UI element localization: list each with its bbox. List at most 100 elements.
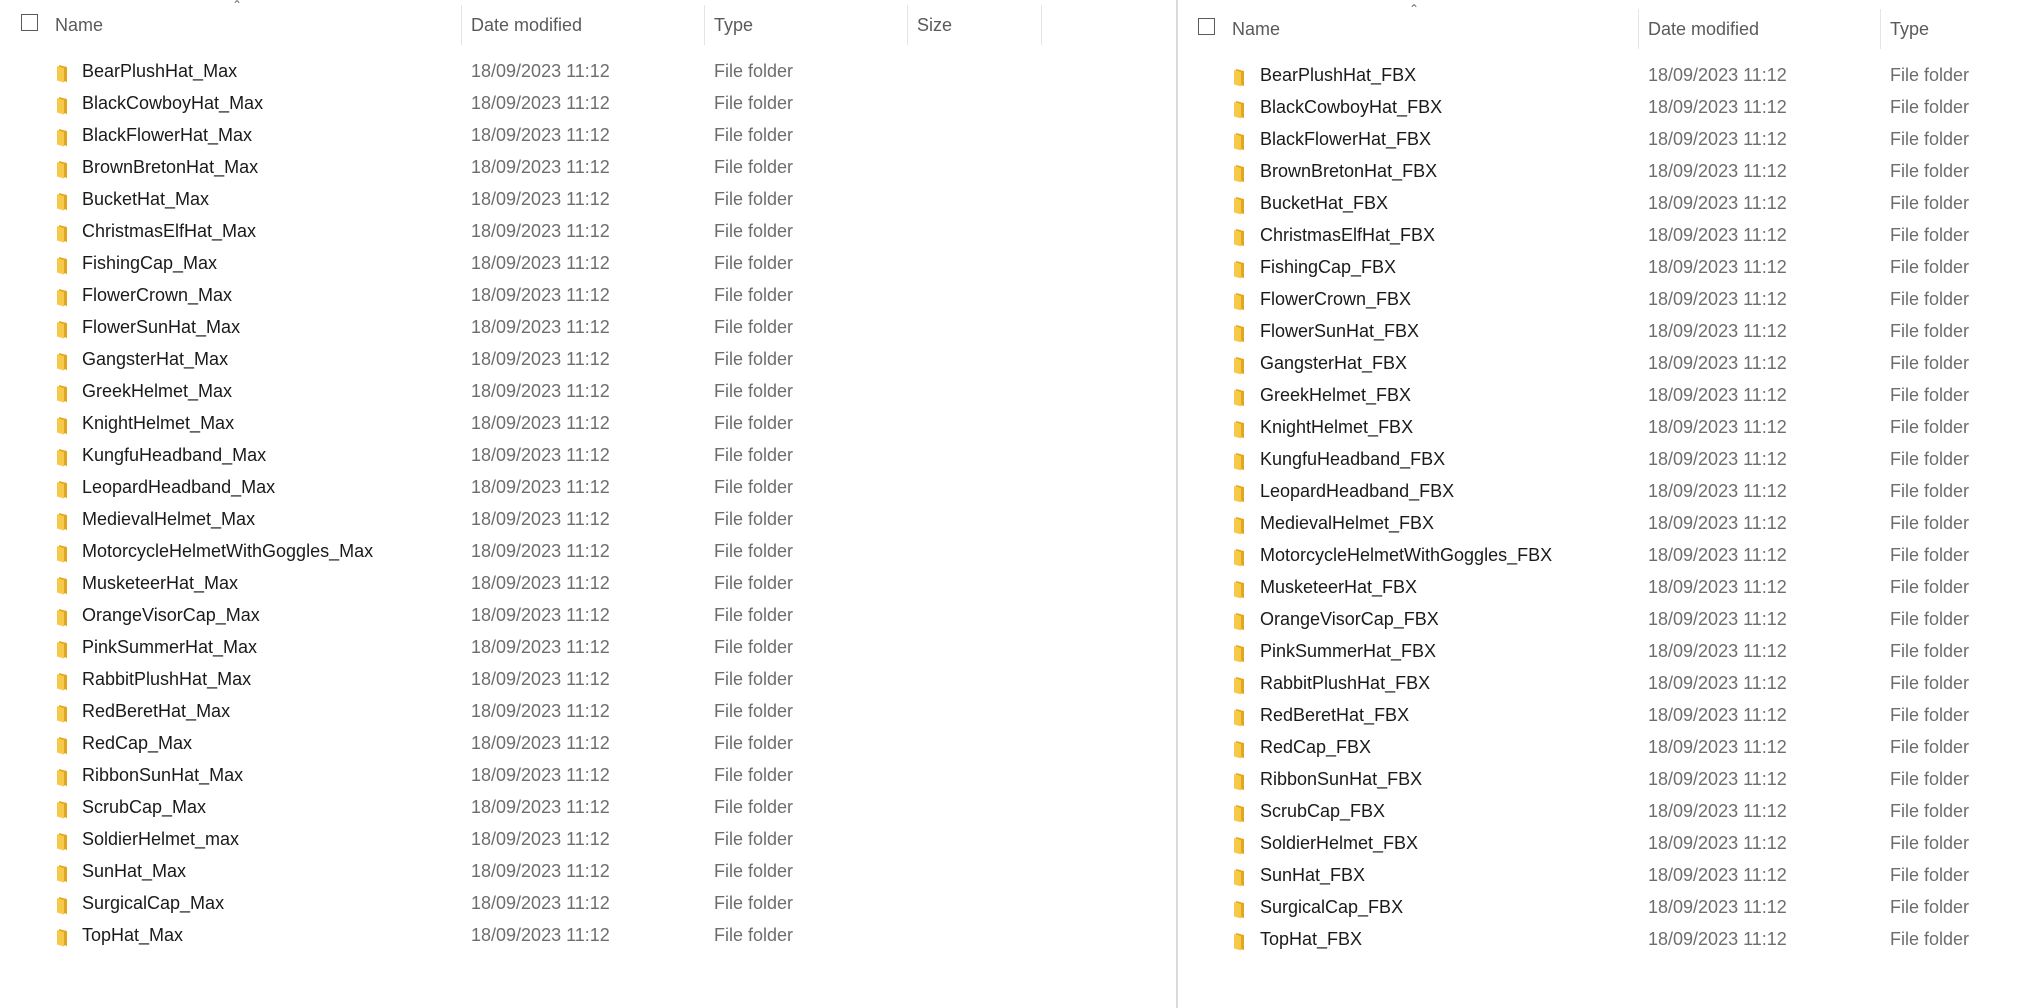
list-item[interactable]: SoldierHelmet_FBX 18/09/2023 11:12 File fo…: [1178, 827, 2018, 859]
folder-name[interactable]: BucketHat_Max: [82, 183, 209, 215]
list-item[interactable]: PinkSummerHat_Max 18/09/2023 11:12 File fo…: [0, 631, 1176, 663]
list-item[interactable]: BlackFlowerHat_FBX 18/09/2023 11:12 File f…: [1178, 123, 2018, 155]
list-item[interactable]: TopHat_FBX 18/09/2023 11:12 File folder: [1178, 923, 2018, 955]
list-item[interactable]: BrownBretonHat_FBX 18/09/2023 11:12 File f…: [1178, 155, 2018, 187]
list-item[interactable]: FlowerSunHat_FBX 18/09/2023 11:12 File fol…: [1178, 315, 2018, 347]
folder-name[interactable]: SurgicalCap_Max: [82, 887, 224, 919]
folder-name[interactable]: GreekHelmet_Max: [82, 375, 232, 407]
list-item[interactable]: KungfuHeadband_FBX 18/09/2023 11:12 File f…: [1178, 443, 2018, 475]
folder-name[interactable]: RibbonSunHat_Max: [82, 759, 243, 791]
select-all-checkbox[interactable]: [21, 14, 38, 31]
list-item[interactable]: ChristmasElfHat_Max 18/09/2023 11:12 File …: [0, 215, 1176, 247]
list-item[interactable]: OrangeVisorCap_Max 18/09/2023 11:12 File f…: [0, 599, 1176, 631]
folder-name[interactable]: MotorcycleHelmetWithGoggles_Max: [82, 535, 373, 567]
list-item[interactable]: RedBeretHat_Max 18/09/2023 11:12 File fold…: [0, 695, 1176, 727]
folder-name[interactable]: PinkSummerHat_Max: [82, 631, 257, 663]
folder-name[interactable]: LeopardHeadband_FBX: [1260, 475, 1454, 507]
folder-name[interactable]: SurgicalCap_FBX: [1260, 891, 1403, 923]
folder-name[interactable]: MusketeerHat_FBX: [1260, 571, 1417, 603]
folder-name[interactable]: ScrubCap_Max: [82, 791, 206, 823]
list-item[interactable]: RibbonSunHat_FBX 18/09/2023 11:12 File fol…: [1178, 763, 2018, 795]
column-header-size[interactable]: Size: [907, 5, 1042, 45]
list-item[interactable]: FishingCap_Max 18/09/2023 11:12 File folde…: [0, 247, 1176, 279]
folder-name[interactable]: BearPlushHat_Max: [82, 55, 237, 87]
list-item[interactable]: SurgicalCap_Max 18/09/2023 11:12 File fold…: [0, 887, 1176, 919]
list-item[interactable]: GangsterHat_FBX 18/09/2023 11:12 File fold…: [1178, 347, 2018, 379]
list-item[interactable]: MedievalHelmet_FBX 18/09/2023 11:12 File f…: [1178, 507, 2018, 539]
folder-name[interactable]: FlowerCrown_Max: [82, 279, 232, 311]
list-item[interactable]: KnightHelmet_FBX 18/09/2023 11:12 File fol…: [1178, 411, 2018, 443]
list-item[interactable]: SunHat_FBX 18/09/2023 11:12 File folder: [1178, 859, 2018, 891]
list-item[interactable]: MotorcycleHelmetWithGoggles_Max 18/09/202…: [0, 535, 1176, 567]
list-item[interactable]: SoldierHelmet_max 18/09/2023 11:12 File fo…: [0, 823, 1176, 855]
folder-name[interactable]: RedBeretHat_Max: [82, 695, 230, 727]
list-item[interactable]: SunHat_Max 18/09/2023 11:12 File folder: [0, 855, 1176, 887]
folder-name[interactable]: BrownBretonHat_Max: [82, 151, 258, 183]
list-item[interactable]: LeopardHeadband_Max 18/09/2023 11:12 File …: [0, 471, 1176, 503]
folder-name[interactable]: SunHat_Max: [82, 855, 186, 887]
list-item[interactable]: MedievalHelmet_Max 18/09/2023 11:12 File f…: [0, 503, 1176, 535]
list-item[interactable]: ScrubCap_Max 18/09/2023 11:12 File folder: [0, 791, 1176, 823]
folder-name[interactable]: RedBeretHat_FBX: [1260, 699, 1409, 731]
list-item[interactable]: BrownBretonHat_Max 18/09/2023 11:12 File f…: [0, 151, 1176, 183]
folder-name[interactable]: BucketHat_FBX: [1260, 187, 1388, 219]
list-item[interactable]: GreekHelmet_Max 18/09/2023 11:12 File fold…: [0, 375, 1176, 407]
list-item[interactable]: BlackCowboyHat_FBX 18/09/2023 11:12 File f…: [1178, 91, 2018, 123]
folder-name[interactable]: FishingCap_Max: [82, 247, 217, 279]
list-item[interactable]: TopHat_Max 18/09/2023 11:12 File folder: [0, 919, 1176, 951]
list-item[interactable]: ChristmasElfHat_FBX 18/09/2023 11:12 File …: [1178, 219, 2018, 251]
folder-name[interactable]: GangsterHat_FBX: [1260, 347, 1407, 379]
folder-name[interactable]: PinkSummerHat_FBX: [1260, 635, 1436, 667]
list-item[interactable]: MusketeerHat_FBX 18/09/2023 11:12 File fol…: [1178, 571, 2018, 603]
column-header-name[interactable]: ⌃ Name: [1222, 2, 1618, 49]
list-item[interactable]: RabbitPlushHat_FBX 18/09/2023 11:12 File f…: [1178, 667, 2018, 699]
list-item[interactable]: BucketHat_FBX 18/09/2023 11:12 File folder: [1178, 187, 2018, 219]
folder-name[interactable]: BlackFlowerHat_FBX: [1260, 123, 1431, 155]
folder-name[interactable]: RabbitPlushHat_FBX: [1260, 667, 1430, 699]
folder-name[interactable]: ChristmasElfHat_FBX: [1260, 219, 1435, 251]
list-item[interactable]: BearPlushHat_FBX 18/09/2023 11:12 File fol…: [1178, 59, 2018, 91]
list-item[interactable]: FlowerCrown_FBX 18/09/2023 11:12 File fold…: [1178, 283, 2018, 315]
list-item[interactable]: GangsterHat_Max 18/09/2023 11:12 File fold…: [0, 343, 1176, 375]
column-header-date-modified[interactable]: Date modified: [461, 5, 705, 45]
folder-name[interactable]: RedCap_Max: [82, 727, 192, 759]
folder-name[interactable]: SunHat_FBX: [1260, 859, 1365, 891]
list-item[interactable]: MotorcycleHelmetWithGoggles_FBX 18/09/202…: [1178, 539, 2018, 571]
folder-name[interactable]: FishingCap_FBX: [1260, 251, 1396, 283]
list-item[interactable]: FlowerSunHat_Max 18/09/2023 11:12 File fol…: [0, 311, 1176, 343]
column-header-name[interactable]: ⌃ Name: [45, 0, 460, 45]
folder-name[interactable]: FlowerCrown_FBX: [1260, 283, 1411, 315]
list-item[interactable]: RedBeretHat_FBX 18/09/2023 11:12 File fold…: [1178, 699, 2018, 731]
column-header-type[interactable]: Type: [704, 5, 908, 45]
folder-name[interactable]: MusketeerHat_Max: [82, 567, 238, 599]
list-item[interactable]: RibbonSunHat_Max 18/09/2023 11:12 File fol…: [0, 759, 1176, 791]
folder-name[interactable]: KnightHelmet_Max: [82, 407, 234, 439]
folder-name[interactable]: TopHat_FBX: [1260, 923, 1362, 955]
folder-name[interactable]: KnightHelmet_FBX: [1260, 411, 1413, 443]
list-item[interactable]: FishingCap_FBX 18/09/2023 11:12 File folde…: [1178, 251, 2018, 283]
list-item[interactable]: BlackCowboyHat_Max 18/09/2023 11:12 File f…: [0, 87, 1176, 119]
list-item[interactable]: GreekHelmet_FBX 18/09/2023 11:12 File fold…: [1178, 379, 2018, 411]
list-item[interactable]: KungfuHeadband_Max 18/09/2023 11:12 File f…: [0, 439, 1176, 471]
folder-name[interactable]: GreekHelmet_FBX: [1260, 379, 1411, 411]
list-item[interactable]: RedCap_FBX 18/09/2023 11:12 File folder: [1178, 731, 2018, 763]
folder-name[interactable]: FlowerSunHat_FBX: [1260, 315, 1419, 347]
folder-name[interactable]: SoldierHelmet_FBX: [1260, 827, 1418, 859]
list-item[interactable]: KnightHelmet_Max 18/09/2023 11:12 File fol…: [0, 407, 1176, 439]
folder-name[interactable]: ChristmasElfHat_Max: [82, 215, 256, 247]
folder-name[interactable]: LeopardHeadband_Max: [82, 471, 275, 503]
folder-name[interactable]: OrangeVisorCap_FBX: [1260, 603, 1439, 635]
folder-name[interactable]: KungfuHeadband_FBX: [1260, 443, 1445, 475]
folder-name[interactable]: MedievalHelmet_FBX: [1260, 507, 1434, 539]
folder-name[interactable]: BearPlushHat_FBX: [1260, 59, 1416, 91]
folder-name[interactable]: RedCap_FBX: [1260, 731, 1371, 763]
folder-name[interactable]: BrownBretonHat_FBX: [1260, 155, 1437, 187]
folder-name[interactable]: OrangeVisorCap_Max: [82, 599, 260, 631]
list-item[interactable]: SurgicalCap_FBX 18/09/2023 11:12 File fold…: [1178, 891, 2018, 923]
list-item[interactable]: OrangeVisorCap_FBX 18/09/2023 11:12 File f…: [1178, 603, 2018, 635]
folder-name[interactable]: BlackCowboyHat_FBX: [1260, 91, 1442, 123]
folder-name[interactable]: TopHat_Max: [82, 919, 183, 951]
folder-name[interactable]: BlackFlowerHat_Max: [82, 119, 252, 151]
folder-name[interactable]: BlackCowboyHat_Max: [82, 87, 263, 119]
list-item[interactable]: FlowerCrown_Max 18/09/2023 11:12 File fold…: [0, 279, 1176, 311]
